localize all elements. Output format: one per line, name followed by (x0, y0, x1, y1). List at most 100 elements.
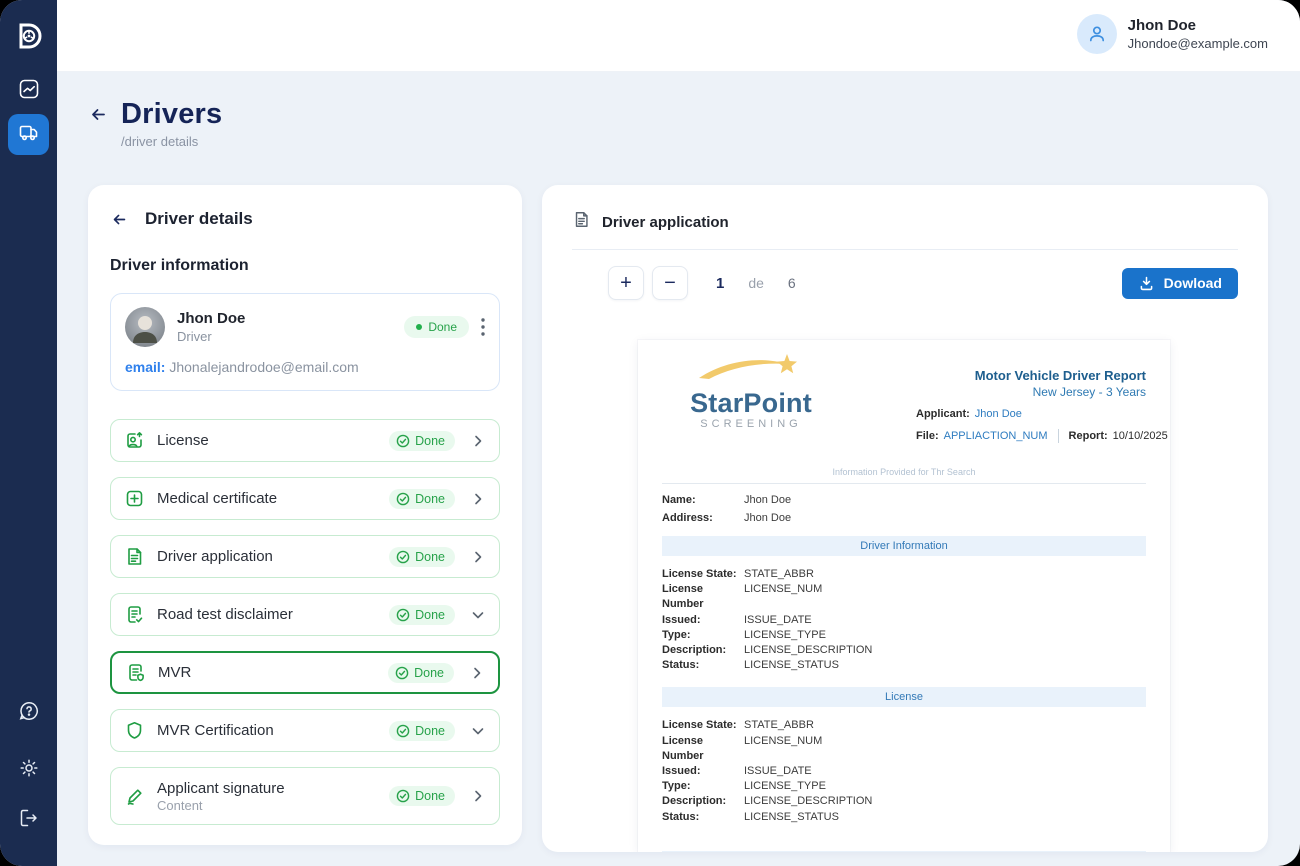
page-of-label: de (748, 275, 764, 291)
help-icon (17, 699, 41, 728)
item-label: License (157, 432, 389, 449)
provided-note: Information Provided for Thr Search (638, 467, 1170, 477)
signature-pen-icon (124, 786, 145, 807)
sidebar-item-help[interactable] (8, 693, 49, 734)
address-label: Addiress: (662, 512, 744, 524)
check-circle-icon (396, 492, 410, 506)
chevron-right-icon (471, 434, 485, 448)
status-badge: Done (389, 431, 455, 451)
email-value: Jhonalejandrodoe@email.com (169, 359, 358, 375)
logout-icon (17, 806, 41, 835)
kebab-menu-icon[interactable] (481, 318, 485, 336)
file-value: APPLIACTION_NUM (944, 430, 1048, 442)
document-check-icon (124, 604, 145, 625)
total-pages: 6 (788, 275, 796, 291)
applicant-value: Jhon Doe (975, 408, 1022, 420)
user-avatar (1077, 14, 1117, 54)
report-title: Motor Vehicle Driver Report (975, 368, 1146, 383)
brand-name: StarPoint (686, 389, 816, 417)
license-photo-icon (124, 430, 145, 451)
section-banner-license: License (662, 687, 1146, 707)
driver-role: Driver (177, 328, 404, 345)
chevron-right-icon (471, 550, 485, 564)
list-item-medical-certificate[interactable]: Medical certificate Done (110, 477, 500, 520)
zoom-out-button[interactable]: − (652, 266, 688, 300)
item-sublabel: Content (157, 798, 389, 813)
panel-title: Driver details (145, 209, 253, 229)
status-badge: Done (389, 786, 455, 806)
section-banner-driver-information: Driver Information (662, 536, 1146, 556)
status-badge: Done (389, 721, 455, 741)
chart-icon (17, 77, 41, 106)
chevron-down-icon (471, 724, 485, 738)
download-button[interactable]: Dowload (1122, 268, 1238, 299)
viewer-title: Driver application (602, 214, 729, 231)
address-value: Jhon Doe (744, 512, 791, 524)
back-arrow-icon[interactable] (88, 104, 109, 125)
sidebar (0, 0, 57, 866)
user-menu[interactable]: Jhon Doe Jhondoe@example.com (1077, 14, 1268, 54)
chevron-down-icon (471, 608, 485, 622)
settings-gear-icon (17, 756, 41, 785)
item-label: Medical certificate (157, 490, 389, 507)
check-circle-icon (396, 789, 410, 803)
item-label: Road test disclaimer (157, 606, 389, 623)
section-title: Driver information (110, 257, 500, 275)
star-swoosh-icon (691, 352, 811, 384)
list-item-road-test-disclaimer[interactable]: Road test disclaimer Done (110, 593, 500, 636)
status-dot (416, 324, 422, 330)
app-window: Jhon Doe Jhondoe@example.com Drivers /dr… (0, 0, 1300, 866)
document-shield-icon (125, 662, 146, 683)
status-badge: Done (389, 547, 455, 567)
document-icon (124, 546, 145, 567)
starpoint-logo: StarPoint SCREENING (686, 352, 816, 430)
item-label: Applicant signature (157, 780, 389, 797)
pdf-toolbar: + − 1 de 6 Dowload (542, 250, 1268, 300)
zoom-in-button[interactable]: + (608, 266, 644, 300)
chevron-right-icon (470, 666, 484, 680)
sidebar-item-drivers[interactable] (8, 114, 49, 155)
item-label: MVR (158, 664, 388, 681)
section-banner-accidents: Accidents (662, 851, 1146, 852)
sidebar-item-logout[interactable] (8, 800, 49, 841)
item-label: Driver application (157, 548, 389, 565)
check-circle-icon (396, 724, 410, 738)
name-value: Jhon Doe (744, 494, 791, 506)
breadcrumb: /driver details (121, 134, 222, 149)
sidebar-item-settings[interactable] (8, 750, 49, 791)
page-title: Drivers (121, 98, 222, 131)
document-viewer-panel: Driver application + − 1 de 6 Dowload (542, 185, 1268, 852)
driver-name: Jhon Doe (177, 309, 404, 328)
list-item-driver-application[interactable]: Driver application Done (110, 535, 500, 578)
medical-cross-icon (124, 488, 145, 509)
item-label: MVR Certification (157, 722, 389, 739)
email-label: email: (125, 359, 165, 375)
driver-info-card: Jhon Doe Driver Done email: Jhonalejandr… (110, 293, 500, 391)
shield-icon (124, 720, 145, 741)
driver-status-badge: Done (404, 316, 469, 338)
license-fields: License State:STATE_ABBR License NumberL… (638, 707, 1170, 824)
driver-information-fields: License State:STATE_ABBR License NumberL… (638, 556, 1170, 673)
list-item-license[interactable]: License Done (110, 419, 500, 462)
sidebar-item-dashboard[interactable] (8, 71, 49, 112)
check-circle-icon (396, 434, 410, 448)
driver-details-panel: Driver details Driver information Jhon D… (88, 185, 522, 845)
top-bar: Jhon Doe Jhondoe@example.com (57, 0, 1300, 72)
brand-tagline: SCREENING (686, 418, 816, 430)
list-item-mvr-certification[interactable]: MVR Certification Done (110, 709, 500, 752)
check-circle-icon (396, 550, 410, 564)
pdf-page[interactable]: StarPoint SCREENING Motor Vehicle Driver… (638, 340, 1170, 852)
applicant-label: Applicant: (916, 408, 970, 420)
chevron-right-icon (471, 789, 485, 803)
file-label: File: (916, 430, 939, 442)
user-name: Jhon Doe (1128, 16, 1268, 35)
divider (1058, 429, 1059, 443)
user-email: Jhondoe@example.com (1128, 35, 1268, 52)
list-item-applicant-signature[interactable]: Applicant signature Content Done (110, 767, 500, 825)
app-logo-steering-wheel (11, 18, 47, 54)
list-item-mvr[interactable]: MVR Done (110, 651, 500, 694)
panel-back-arrow-icon[interactable] (110, 210, 129, 229)
report-subtitle: New Jersey - 3 Years (975, 385, 1146, 399)
report-date-value: 10/10/2025 (1113, 430, 1168, 442)
download-icon (1138, 275, 1155, 292)
